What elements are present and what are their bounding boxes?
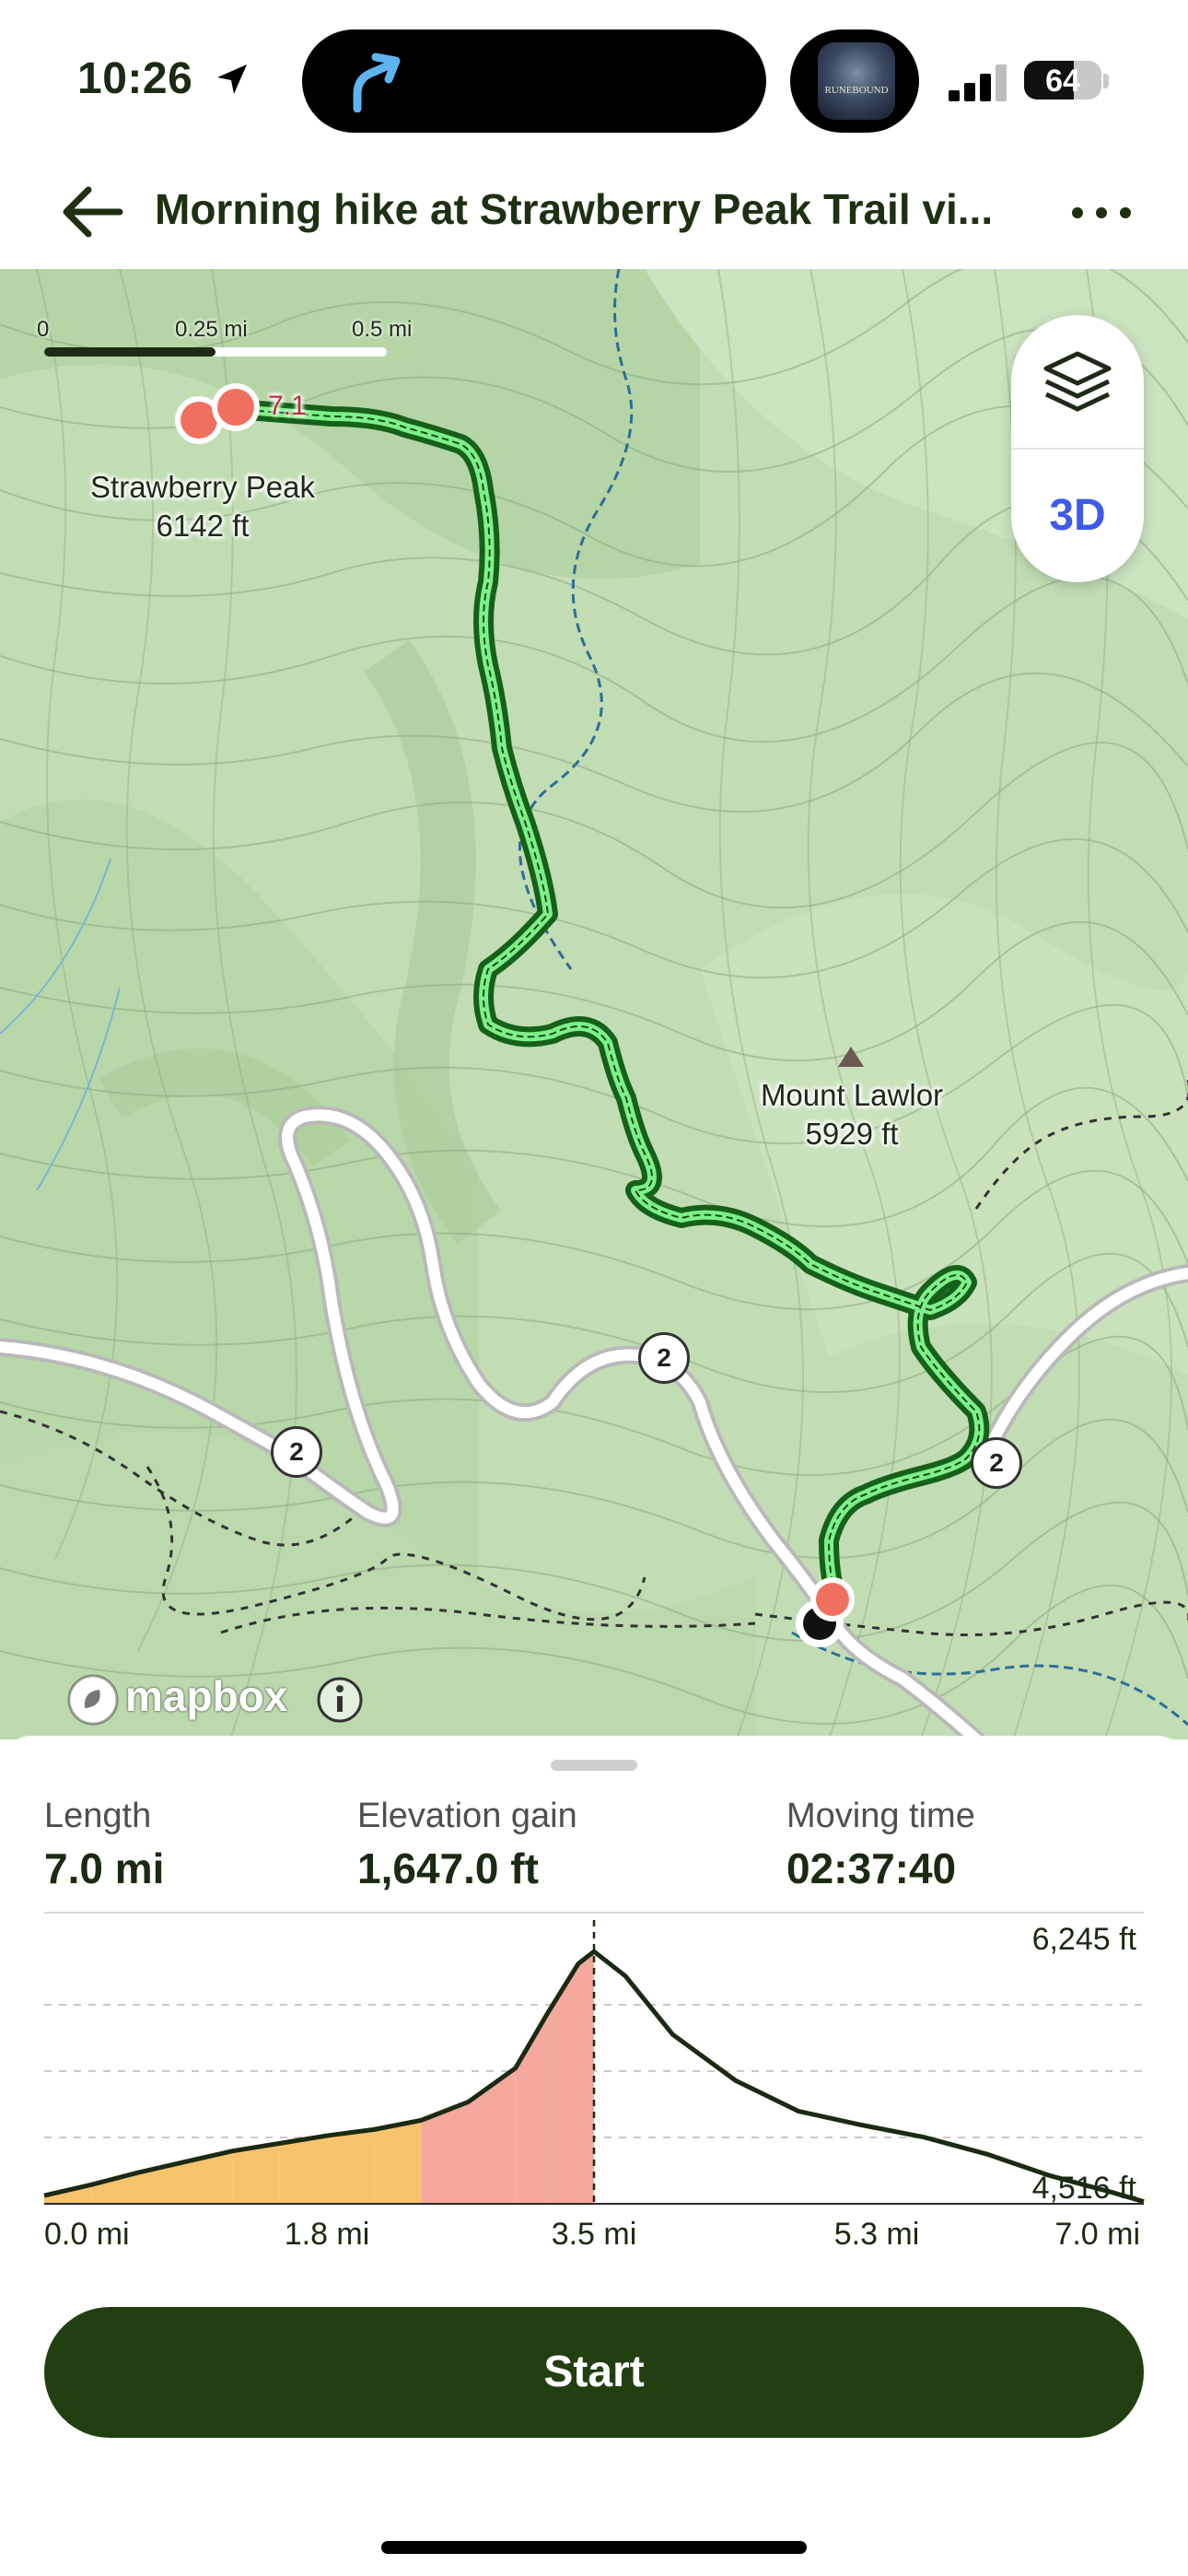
chart-grade-fill bbox=[44, 1951, 594, 2204]
elevation-profile-chart[interactable]: 0.0 mi 1.8 mi 3.5 mi 5.3 mi 7.0 mi 6,245 ft 4,… bbox=[0, 1911, 1188, 2261]
back-button[interactable] bbox=[57, 179, 131, 245]
layers-button[interactable] bbox=[1011, 315, 1144, 448]
x-tick-label: 7.0 mi bbox=[1054, 2217, 1140, 2252]
stat-elevation-gain: Elevation gain 1,647.0 ft bbox=[357, 1797, 577, 1893]
stat-value: 7.0 mi bbox=[44, 1844, 165, 1892]
peak-label-lawlor[interactable]: Mount Lawlor 5929 ft bbox=[709, 1076, 995, 1153]
stat-moving-time: Moving time 02:37:40 bbox=[786, 1797, 975, 1893]
mapbox-attribution[interactable]: mapbox bbox=[64, 1669, 378, 1728]
info-icon[interactable] bbox=[315, 1675, 365, 1725]
app-thumbnail: RUNEBOUND bbox=[818, 42, 895, 120]
stat-label: Length bbox=[44, 1797, 152, 1835]
road-badge: 2 bbox=[971, 1437, 1022, 1489]
peak-name: Mount Lawlor bbox=[760, 1078, 944, 1112]
app-thumbnail-text: RUNEBOUND bbox=[824, 85, 889, 96]
stat-label: Moving time bbox=[786, 1797, 975, 1835]
scale-label-half: 0.5 mi bbox=[352, 317, 413, 342]
scale-label-0: 0 bbox=[37, 317, 50, 342]
scale-label-quarter: 0.25 mi bbox=[175, 317, 248, 342]
road-badge: 2 bbox=[638, 1332, 690, 1384]
y-tick-label-max: 6,245 ft bbox=[1032, 1922, 1137, 1957]
stat-value: 02:37:40 bbox=[786, 1844, 957, 1892]
page-title: Morning hike at Strawberry Peak Trail vi… bbox=[155, 185, 994, 233]
grade-segment bbox=[577, 1951, 594, 2204]
y-tick-label-min: 4,516 ft bbox=[1032, 2171, 1137, 2206]
3d-toggle-button[interactable]: 3D bbox=[1011, 450, 1144, 582]
cellular-signal-icon bbox=[949, 64, 1007, 101]
location-arrow-icon bbox=[217, 64, 247, 94]
stat-length: Length 7.0 mi bbox=[44, 1797, 164, 1893]
peak-elevation: 5929 ft bbox=[805, 1117, 899, 1151]
grade-segment bbox=[374, 2120, 422, 2204]
grade-segment bbox=[327, 2129, 375, 2204]
battery-icon: 64 bbox=[1024, 61, 1101, 100]
grade-segment bbox=[232, 2143, 280, 2204]
mapbox-logo-icon bbox=[67, 1674, 119, 1726]
grade-segment bbox=[279, 2136, 328, 2204]
mapbox-wordmark: mapbox bbox=[125, 1672, 288, 1720]
more-dots-icon bbox=[1072, 207, 1131, 218]
x-tick-label: 1.8 mi bbox=[285, 2217, 370, 2252]
top-app-bar: Morning hike at Strawberry Peak Trail vi… bbox=[0, 157, 1188, 269]
status-time: 10:26 bbox=[77, 54, 193, 103]
map-view[interactable]: 0 0.25 mi 0.5 mi 7.1 Strawberry Peak 614… bbox=[0, 269, 1188, 1739]
grade-segment bbox=[546, 1963, 578, 2204]
scale-bar bbox=[44, 347, 387, 357]
stat-label: Elevation gain bbox=[357, 1797, 577, 1835]
more-options-button[interactable] bbox=[1065, 190, 1138, 236]
x-tick-label: 3.5 mi bbox=[552, 2217, 637, 2252]
road-badge: 2 bbox=[271, 1426, 322, 1478]
x-tick-label: 0.0 mi bbox=[44, 2217, 130, 2252]
sheet-grabber[interactable] bbox=[551, 1760, 637, 1771]
status-bar: 10:26 RUNEBOUND 64 bbox=[0, 0, 1188, 157]
navigation-arrow-icon bbox=[353, 53, 401, 112]
home-indicator[interactable] bbox=[381, 2541, 807, 2554]
battery-percentage: 64 bbox=[1045, 64, 1080, 99]
grade-segment bbox=[468, 2067, 516, 2204]
arrow-left-icon bbox=[63, 186, 123, 238]
stat-value: 1,647.0 ft bbox=[357, 1844, 539, 1892]
peak-label-strawberry[interactable]: Strawberry Peak 6142 ft bbox=[55, 468, 350, 545]
route-end-distance-label: 7.1 bbox=[268, 391, 307, 421]
map-controls: 3D bbox=[1011, 315, 1144, 582]
x-tick-label: 5.3 mi bbox=[834, 2217, 920, 2252]
layers-icon bbox=[1043, 351, 1112, 412]
peak-elevation: 6142 ft bbox=[156, 509, 250, 543]
peak-name: Strawberry Peak bbox=[90, 470, 315, 504]
start-button[interactable]: Start bbox=[44, 2307, 1144, 2438]
battery-tip bbox=[1103, 74, 1109, 88]
